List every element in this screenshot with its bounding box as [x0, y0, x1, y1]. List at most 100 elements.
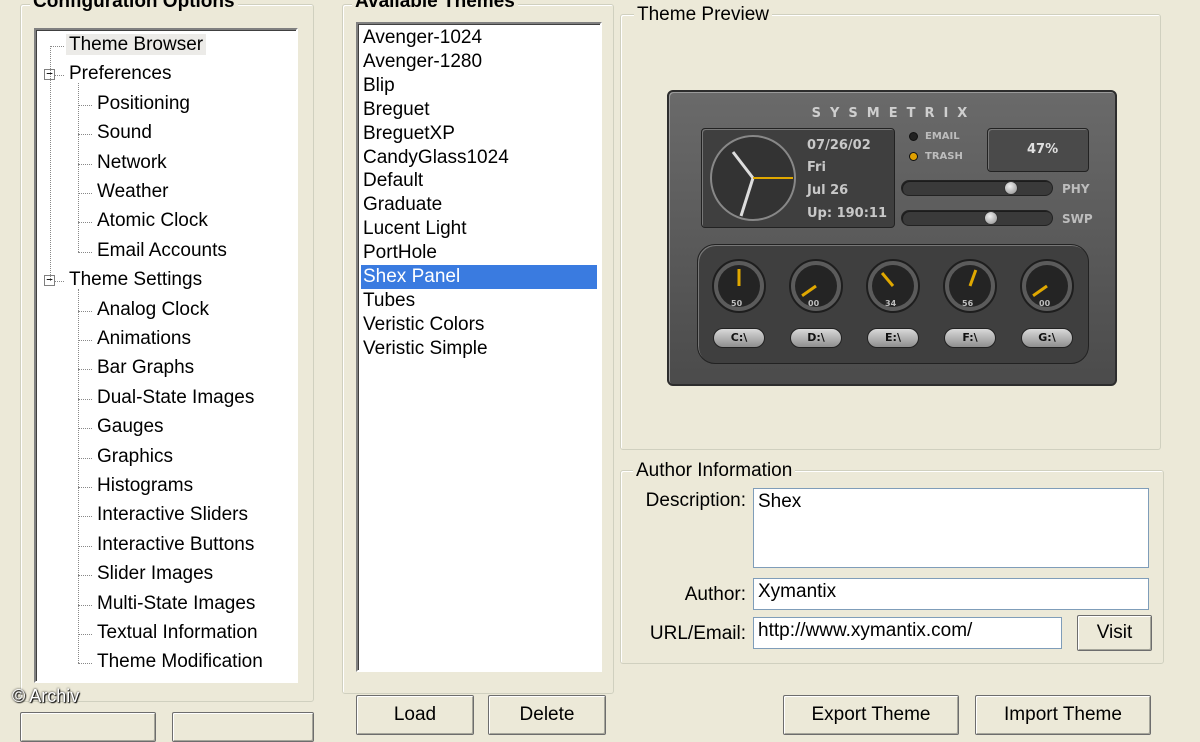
tree-connector [78, 289, 79, 664]
gauge-value: 50 [731, 299, 743, 308]
tree-item[interactable]: Graphics [94, 444, 176, 470]
visit-button[interactable]: Visit [1077, 615, 1152, 651]
tree-item-label: Theme Modification [97, 651, 263, 673]
skin-email-label: EMAIL [925, 131, 960, 142]
author-field[interactable]: Xymantix [753, 578, 1149, 610]
theme-list-item[interactable]: Blip [361, 74, 597, 98]
swp-slider-track [901, 210, 1053, 226]
tree-item-label: Analog Clock [97, 298, 209, 320]
theme-list-item[interactable]: Breguet [361, 98, 597, 122]
tree-item[interactable]: Animations [94, 326, 194, 352]
theme-list-item[interactable]: Shex Panel [361, 265, 597, 289]
theme-list-item[interactable]: Default [361, 169, 597, 193]
tree-item-label: Preferences [69, 63, 172, 85]
url-value: http://www.xymantix.com/ [758, 620, 973, 641]
tree-item[interactable]: Theme Browser [66, 32, 207, 58]
tree-item[interactable]: Histograms [94, 473, 196, 499]
load-button-label: Load [393, 704, 437, 725]
tree-item[interactable]: Multi-State Images [94, 591, 258, 617]
tree-connector [78, 340, 92, 341]
tree-item[interactable]: Gauges [94, 414, 167, 440]
swp-slider-knob [983, 211, 998, 225]
theme-list-item[interactable]: Graduate [361, 193, 597, 217]
theme-list-item[interactable]: Veristic Simple [361, 337, 597, 361]
tree-item[interactable]: Analog Clock [94, 297, 212, 323]
skin-percent: 47% [1027, 142, 1059, 157]
theme-list-item[interactable]: Avenger-1024 [361, 26, 597, 50]
theme-list-item[interactable]: Tubes [361, 289, 597, 313]
tree-item[interactable]: Network [94, 150, 170, 176]
tree-connector [78, 222, 92, 224]
tree-item[interactable]: Slider Images [94, 561, 216, 587]
description-field[interactable]: Shex [753, 488, 1149, 568]
config-tree[interactable]: Theme Browser Preferences − Positioning Soun… [34, 28, 298, 683]
tree-connector [78, 663, 92, 665]
theme-list-item[interactable]: PortHole [361, 241, 597, 265]
skin-phy-label: PHY [1062, 182, 1090, 196]
tree-item-label: Bar Graphs [97, 357, 195, 379]
tree-item-label: Slider Images [97, 563, 214, 585]
url-label: URL/Email: [649, 623, 746, 644]
trash-led-icon [909, 152, 918, 161]
theme-preview-title: Theme Preview [634, 5, 772, 25]
delete-button[interactable]: Delete [488, 695, 606, 735]
tree-connector [78, 604, 92, 606]
load-button[interactable]: Load [356, 695, 474, 735]
config-options-title: Configuration Options [30, 0, 238, 12]
theme-list-item[interactable]: Lucent Light [361, 217, 597, 241]
tree-item[interactable]: Bar Graphs [94, 355, 197, 381]
tree-item-label: Theme Browser [66, 34, 207, 55]
skin-trash-label: TRASH [925, 151, 963, 162]
import-theme-button[interactable]: Import Theme [975, 695, 1151, 735]
theme-list-item[interactable]: Avenger-1280 [361, 50, 597, 74]
tree-item[interactable]: Positioning [94, 91, 193, 117]
tree-item-label: Positioning [97, 92, 190, 114]
tree-connector [78, 83, 79, 252]
author-value: Xymantix [758, 581, 837, 602]
drive-button: E:\ [867, 328, 919, 348]
tree-item[interactable]: Preferences [66, 61, 174, 87]
bottom-left-button-1[interactable] [20, 712, 156, 742]
tree-item-label: Gauges [97, 416, 164, 438]
skin-uptime: Up: 190:11 [807, 206, 888, 221]
tree-item[interactable]: Theme Settings [66, 267, 205, 293]
tree-connector [78, 575, 92, 577]
author-info-title: Author Information [633, 461, 796, 481]
tree-connector [78, 545, 92, 547]
tree-item[interactable]: Weather [94, 179, 171, 205]
tree-item[interactable]: Sound [94, 120, 155, 146]
theme-list-item[interactable]: BreguetXP [361, 122, 597, 146]
tree-item[interactable]: Interactive Sliders [94, 502, 251, 528]
tree-connector [50, 46, 64, 47]
tree-item[interactable]: Email Accounts [94, 238, 230, 264]
tree-item[interactable]: Dual-State Images [94, 385, 257, 411]
visit-button-label: Visit [1096, 622, 1133, 643]
skin-month-day: Jul 26 [807, 183, 849, 198]
tree-item[interactable]: Textual Information [94, 620, 261, 646]
export-theme-label: Export Theme [811, 704, 931, 725]
theme-list[interactable]: Avenger-1024 Avenger-1280 Blip Breguet Bregu… [356, 22, 602, 672]
tree-item-label: Dual-State Images [97, 386, 255, 408]
gauge-value: 56 [962, 299, 974, 308]
url-field[interactable]: http://www.xymantix.com/ [753, 617, 1062, 649]
bottom-left-button-2[interactable] [172, 712, 314, 742]
theme-list-item[interactable]: Veristic Colors [361, 313, 597, 337]
tree-item[interactable]: Theme Modification [94, 649, 266, 675]
tree-connector [78, 104, 92, 106]
tree-connector [78, 163, 92, 165]
tree-item[interactable]: Atomic Clock [94, 208, 211, 234]
tree-item-label: Email Accounts [97, 239, 227, 261]
gauge-value: 34 [885, 299, 897, 308]
skin-date: 07/26/02 [807, 138, 871, 153]
export-theme-button[interactable]: Export Theme [783, 695, 959, 735]
tree-item-label: Atomic Clock [97, 210, 208, 232]
tree-connector [78, 369, 92, 371]
tree-connector [78, 516, 92, 518]
skin-swp-label: SWP [1062, 212, 1093, 226]
tree-connector [78, 457, 92, 459]
tree-connector [78, 193, 92, 194]
email-led-icon [909, 132, 918, 141]
author-label: Author: [684, 584, 746, 605]
theme-list-item[interactable]: CandyGlass1024 [361, 146, 597, 170]
tree-item[interactable]: Interactive Buttons [94, 532, 257, 558]
